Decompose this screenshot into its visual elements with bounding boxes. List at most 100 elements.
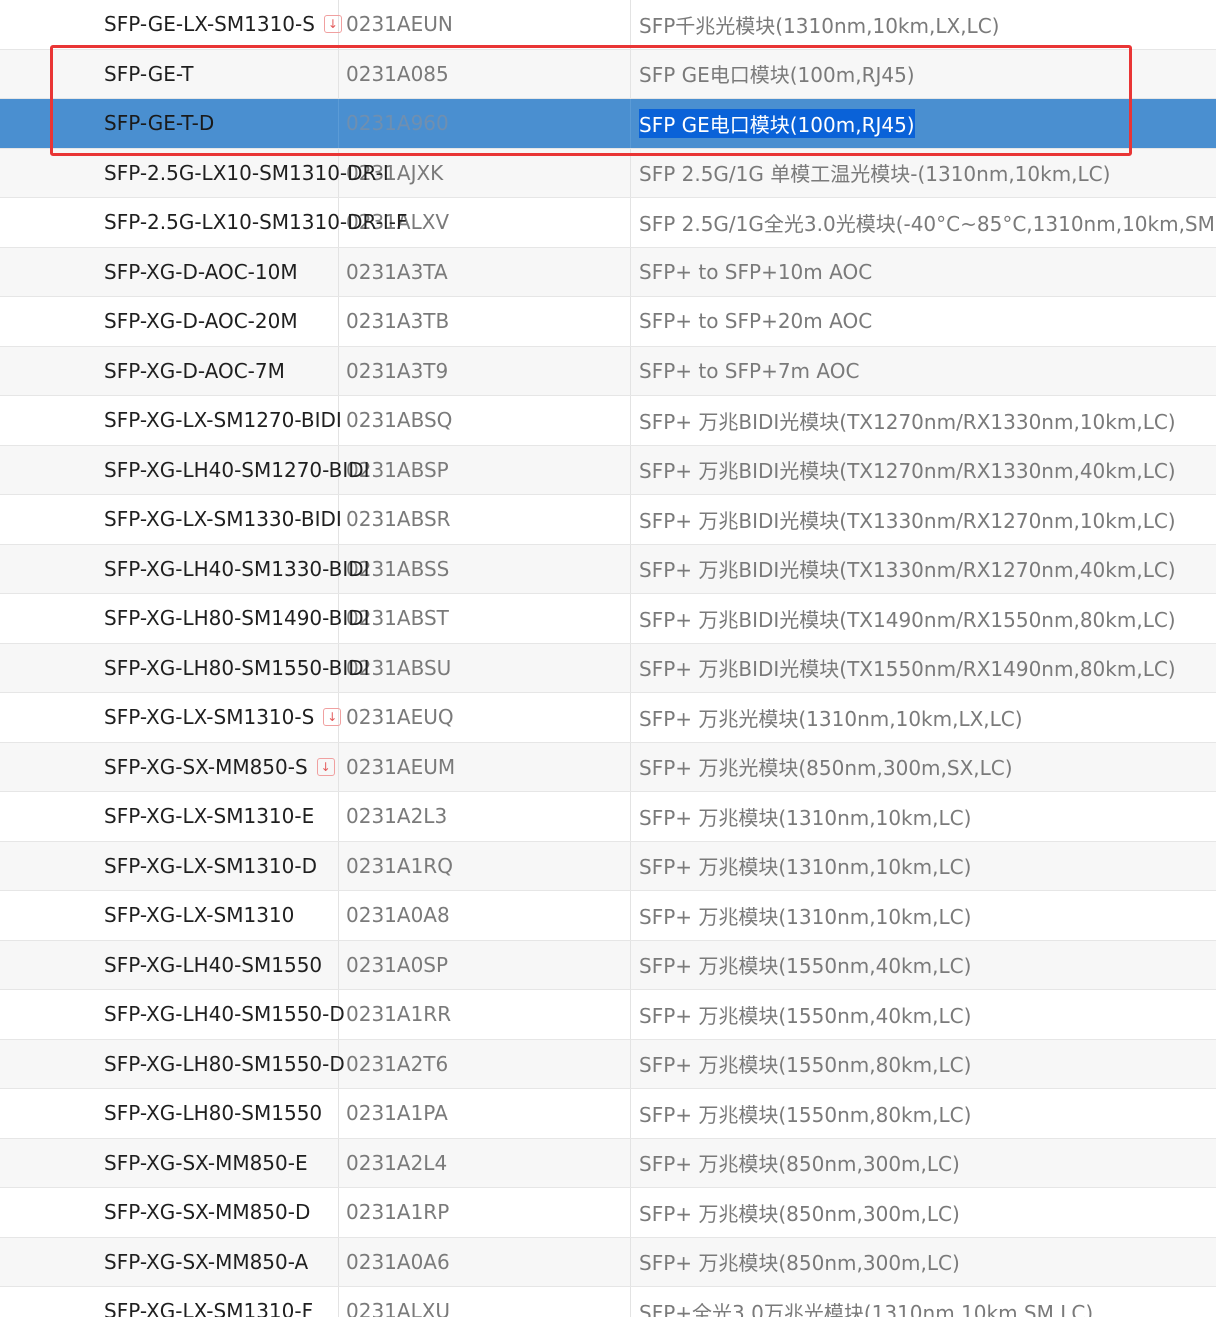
description-cell: SFP+ 万兆模块(1310nm,10km,LC) [639,792,971,841]
table-row[interactable]: 0231ABSU SFP+ 万兆BIDI光模块(TX1550nm/RX1490nm… [0,643,1216,693]
part-code: 0231A085 [346,61,449,86]
model-name: SFP-XG-LH80-SM1550-D [104,1051,345,1076]
model-name: SFP-XG-D-AOC-10M [104,259,298,284]
column-divider [630,396,631,445]
part-code: 0231A0SP [346,952,449,977]
part-code: 0231A2T6 [346,1051,449,1076]
column-divider [630,495,631,544]
description-text: SFP+ 万兆模块(850nm,300m,LC) [639,1201,960,1226]
model-cell: SFP-XG-LH80-SM1550-D [104,1040,345,1089]
model-cell: SFP-GE-T [104,50,194,99]
table-row[interactable]: 0231A0SP SFP+ 万兆模块(1550nm,40km,LC) SFP-XG-… [0,940,1216,990]
column-divider [630,891,631,940]
column-divider [630,297,631,346]
column-divider [338,1138,339,1187]
model-cell: SFP-XG-LX-SM1310-D [104,842,317,891]
table-row[interactable]: 0231A2L4 SFP+ 万兆模块(850nm,300m,LC) SFP-XG-S… [0,1138,1216,1188]
table-row[interactable]: 0231AEUQ SFP+ 万兆光模块(1310nm,10km,LX,LC) SFP… [0,693,1216,743]
table-row[interactable]: 0231A1RR SFP+ 万兆模块(1550nm,40km,LC) SFP-XG-… [0,990,1216,1040]
column-divider [630,1039,631,1088]
model-name: SFP-XG-LX-SM1310-E [104,804,315,829]
download-icon[interactable]: ↓ [323,708,342,727]
description-cell: SFP+ to SFP+7m AOC [639,347,859,396]
part-code-cell: 0231A2L3 [346,792,447,841]
table-row[interactable]: 0231A2L3 SFP+ 万兆模块(1310nm,10km,LC) SFP-XG-… [0,792,1216,842]
model-name: SFP-XG-LH40-SM1550-D [104,1002,345,1027]
description-text: SFP+ 万兆BIDI光模块(TX1330nm/RX1270nm,40km,LC… [639,558,1176,583]
table-row[interactable]: 0231AEUN SFP千兆光模块(1310nm,10km,LX,LC) SFP-G… [0,0,1216,50]
part-code-cell: 0231A3TA [346,248,448,297]
column-divider [338,891,339,940]
description-text: SFP+全光3.0万兆光模块(1310nm,10km,SM,LC) [639,1300,1094,1317]
model-cell: SFP-XG-SX-MM850-D [104,1188,310,1237]
table-row[interactable]: 0231A3T9 SFP+ to SFP+7m AOC SFP-XG-D-AOC-7… [0,346,1216,396]
table-row-selected[interactable]: 0231A960 SFP GE电口模块(100m,RJ45) SFP-GE-T-D [0,99,1216,149]
table-row[interactable]: 0231ABSR SFP+ 万兆BIDI光模块(TX1330nm/RX1270nm… [0,495,1216,545]
part-code-cell: 0231AEUQ [346,693,454,742]
table-row[interactable]: 0231ALXU SFP+全光3.0万兆光模块(1310nm,10km,SM,LC… [0,1287,1216,1317]
table-row[interactable]: 0231ABSQ SFP+ 万兆BIDI光模块(TX1270nm/RX1330nm… [0,396,1216,446]
model-cell: SFP-XG-SX-MM850-S ↓ [104,743,335,792]
model-cell: SFP-GE-LX-SM1310-S ↓ [104,0,342,49]
description-text: SFP+ to SFP+10m AOC [639,259,873,284]
table-row[interactable]: 0231ABSP SFP+ 万兆BIDI光模块(TX1270nm/RX1330nm… [0,445,1216,495]
model-name: SFP-XG-LX-SM1310-D [104,853,317,878]
module-table: 0231AEUN SFP千兆光模块(1310nm,10km,LX,LC) SFP-G… [0,0,1216,1317]
model-name: SFP-XG-LH40-SM1330-BIDI [104,556,370,581]
description-text: SFP 2.5G/1G 单模工温光模块-(1310nm,10km,LC) [639,162,1111,187]
part-code: 0231ABSQ [346,408,453,433]
column-divider [630,643,631,692]
table-row[interactable]: 0231A2T6 SFP+ 万兆模块(1550nm,80km,LC) SFP-XG-… [0,1039,1216,1089]
table-row[interactable]: 0231A3TA SFP+ to SFP+10m AOC SFP-XG-D-AOC-… [0,247,1216,297]
table-row[interactable]: 0231A1RP SFP+ 万兆模块(850nm,300m,LC) SFP-XG-S… [0,1188,1216,1238]
description-text: SFP+ 万兆BIDI光模块(TX1270nm/RX1330nm,40km,LC… [639,459,1176,484]
description-cell: SFP+ 万兆BIDI光模块(TX1490nm/RX1550nm,80km,LC… [639,594,1176,643]
table-row[interactable]: 0231A085 SFP GE电口模块(100m,RJ45) SFP-GE-T [0,49,1216,99]
part-code: 0231AEUM [346,754,456,779]
column-divider [630,0,631,49]
part-code-cell: 0231ABSQ [346,396,452,445]
model-name: SFP-XG-LX-SM1310 [104,903,295,928]
part-code-cell: 0231A0SP [346,941,448,990]
part-code: 0231ABSR [346,507,451,532]
part-code: 0231A960 [346,111,449,136]
description-cell: SFP+ 万兆模块(850nm,300m,LC) [639,1188,960,1237]
table-row[interactable]: 0231ABST SFP+ 万兆BIDI光模块(TX1490nm/RX1550nm… [0,594,1216,644]
description-cell: SFP+ 万兆光模块(1310nm,10km,LX,LC) [639,693,1023,742]
column-divider [630,594,631,643]
model-name: SFP-XG-LX-SM1270-BIDI [104,408,342,433]
description-cell: SFP+全光3.0万兆光模块(1310nm,10km,SM,LC) [639,1287,1093,1317]
column-divider [630,198,631,247]
description-cell: SFP+ 万兆模块(850nm,300m,LC) [639,1139,960,1188]
description-text: SFP+ 万兆模块(1550nm,80km,LC) [639,1102,972,1127]
table-row[interactable]: 0231ABSS SFP+ 万兆BIDI光模块(TX1330nm/RX1270nm… [0,544,1216,594]
description-text: SFP+ 万兆模块(850nm,300m,LC) [639,1251,960,1276]
table-row[interactable]: 0231A0A8 SFP+ 万兆模块(1310nm,10km,LC) SFP-XG-… [0,891,1216,941]
description-cell: SFP+ 万兆模块(1550nm,40km,LC) [639,941,971,990]
table-row[interactable]: 0231AEUM SFP+ 万兆光模块(850nm,300m,SX,LC) SFP-… [0,742,1216,792]
part-code: 0231A1RR [346,1002,452,1027]
table-row[interactable]: 0231A3TB SFP+ to SFP+20m AOC SFP-XG-D-AOC-… [0,297,1216,347]
column-divider [338,99,339,148]
description-text: SFP+ 万兆模块(1550nm,40km,LC) [639,954,972,979]
part-code: 0231A1RP [346,1200,450,1225]
model-name: SFP-XG-SX-MM850-S [104,754,308,779]
part-code-cell: 0231A1PA [346,1089,448,1138]
model-cell: SFP-XG-SX-MM850-A [104,1238,308,1287]
table-row[interactable]: 0231ALXV SFP 2.5G/1G全光3.0光模块(-40°C~85°C,1… [0,198,1216,248]
download-icon[interactable]: ↓ [316,757,335,776]
part-code-cell: 0231A960 [346,99,449,148]
table-row[interactable]: 0231A0A6 SFP+ 万兆模块(850nm,300m,LC) SFP-XG-S… [0,1237,1216,1287]
column-divider [630,1237,631,1286]
column-divider [338,1237,339,1286]
table-row[interactable]: 0231A1RQ SFP+ 万兆模块(1310nm,10km,LC) SFP-XG-… [0,841,1216,891]
download-icon[interactable]: ↓ [323,15,342,34]
table-row[interactable]: 0231A1PA SFP+ 万兆模块(1550nm,80km,LC) SFP-XG-… [0,1089,1216,1139]
part-code: 0231A3T9 [346,358,449,383]
model-cell: SFP-XG-LH40-SM1330-BIDI [104,545,370,594]
description-text: SFP+ 万兆模块(1310nm,10km,LC) [639,805,972,830]
model-cell: SFP-XG-LH40-SM1550-D [104,990,345,1039]
description-cell: SFP+ 万兆BIDI光模块(TX1550nm/RX1490nm,80km,LC… [639,644,1176,693]
table-row[interactable]: 0231AJXK SFP 2.5G/1G 单模工温光模块-(1310nm,10km… [0,148,1216,198]
part-code: 0231A1RQ [346,853,453,878]
